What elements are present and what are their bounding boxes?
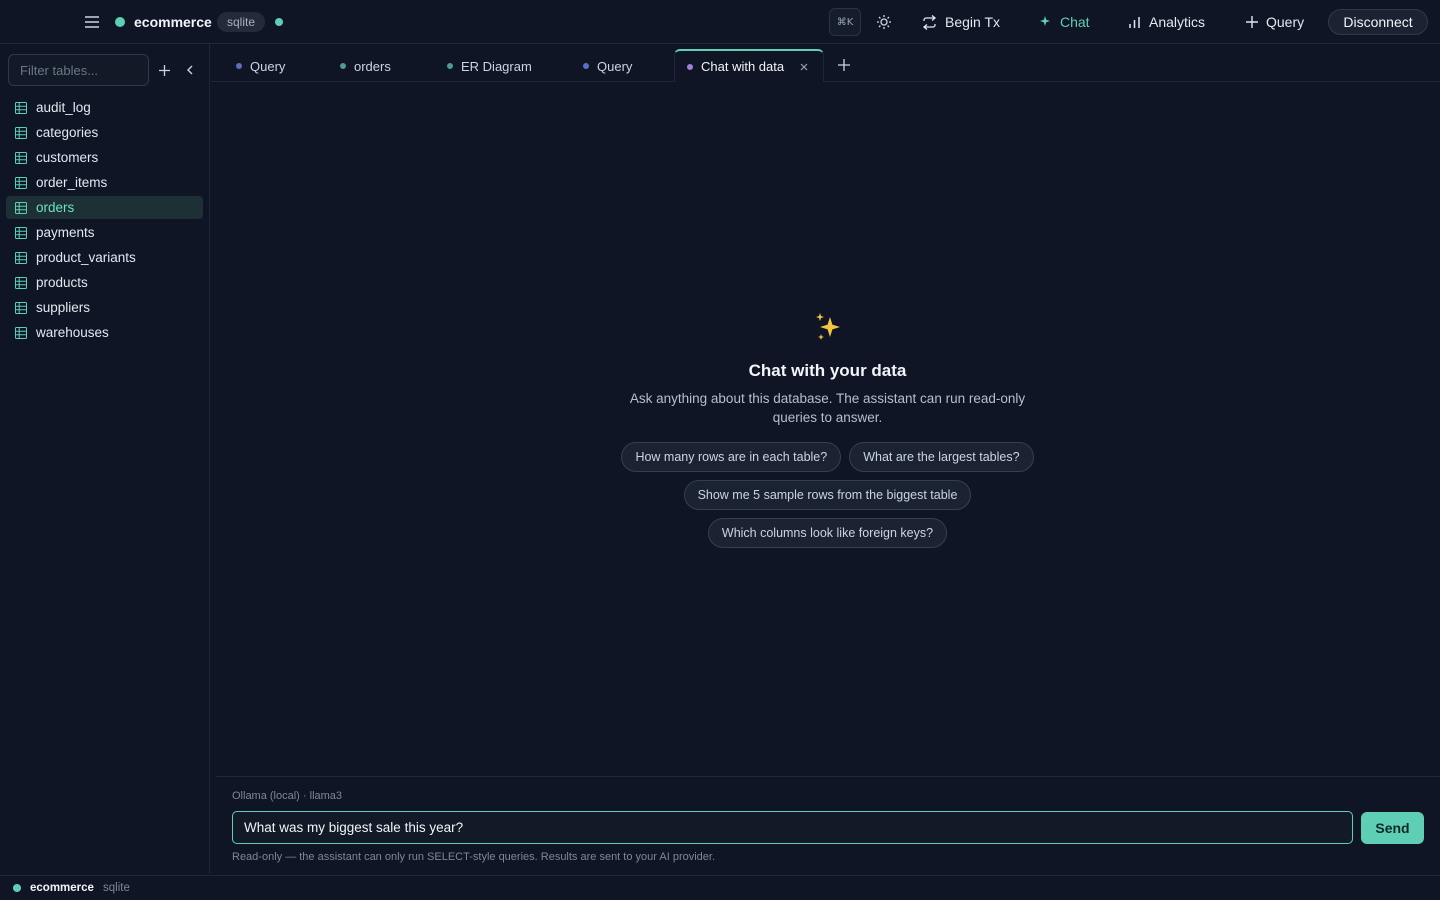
table-name: product_variants (36, 250, 136, 265)
status-connection-dot (13, 884, 21, 892)
sidebar-table-item[interactable]: suppliers (6, 296, 203, 319)
table-name: payments (36, 225, 95, 240)
status-connection-name: ecommerce (30, 882, 94, 894)
menu-icon[interactable] (82, 12, 102, 32)
filter-tables-input[interactable] (8, 54, 149, 86)
table-grid-icon (15, 176, 27, 189)
chat-title: Chat with your data (748, 361, 907, 380)
tab-label: Chat with data (701, 59, 785, 74)
suggestion-chip[interactable]: Which columns look like foreign keys? (707, 518, 948, 548)
table-grid-icon (15, 276, 27, 289)
tab-bar: Query orders ER Diagram Query Chat with data (211, 44, 1440, 82)
suggestion-chip[interactable]: Show me 5 sample rows from the biggest t… (683, 480, 972, 510)
read-only-disclaimer: Read-only — the assistant can only run S… (232, 851, 716, 863)
collapse-sidebar-chevron-left-icon[interactable] (180, 60, 200, 80)
suggestion-list: How many rows are in each table? What are… (608, 442, 1048, 548)
sidebar-table-item[interactable]: product_variants (6, 246, 203, 269)
chat-label: Chat (1060, 14, 1090, 30)
tab-dot (236, 63, 242, 69)
chat-composer: Ollama (local) · llama3 Send Read-only —… (216, 776, 1440, 874)
sidebar-table-item[interactable]: categories (6, 121, 203, 144)
table-grid-icon (15, 201, 27, 214)
close-tab-icon[interactable] (798, 61, 810, 73)
tab[interactable]: ER Diagram (422, 50, 532, 82)
top-bar: ecommerce sqlite ⌘K Begin Tx Chat Analyt… (0, 0, 1440, 44)
tab-dot (447, 63, 453, 69)
begin-tx-button[interactable]: Begin Tx (922, 8, 1000, 36)
chat-empty-state: Chat with your data Ask anything about t… (211, 311, 1440, 548)
table-name: audit_log (36, 100, 91, 115)
table-name: categories (36, 125, 99, 140)
sidebar: audit_log categories customers order_itemso… (0, 44, 210, 874)
sparkle-icon (1040, 16, 1050, 26)
tab-label: Query (597, 58, 633, 74)
chat-message-input[interactable] (232, 811, 1353, 844)
transaction-icon (922, 14, 937, 30)
new-query-label: Query (1266, 14, 1305, 30)
sparkles-icon (211, 311, 1440, 351)
tab[interactable]: Chat with data (674, 49, 824, 82)
tab-dot (340, 63, 346, 69)
connection-dot (115, 17, 125, 27)
sidebar-table-item[interactable]: orders (6, 196, 203, 219)
theme-toggle-sun-icon[interactable] (874, 12, 894, 32)
sidebar-table-item[interactable]: order_items (6, 171, 203, 194)
table-name: suppliers (36, 300, 91, 315)
suggestion-chip[interactable]: How many rows are in each table? (621, 442, 842, 472)
analytics-label: Analytics (1149, 14, 1206, 30)
table-grid-icon (15, 151, 27, 164)
table-name: products (36, 275, 88, 290)
status-connection-engine: sqlite (103, 882, 130, 894)
tab[interactable]: Query (558, 50, 632, 82)
table-list: audit_log categories customers order_itemso… (6, 96, 203, 346)
table-name: customers (36, 150, 99, 165)
tab-label: orders (354, 58, 391, 74)
analytics-button[interactable]: Analytics (1128, 8, 1205, 36)
new-tab-plus-icon[interactable] (836, 57, 852, 73)
sidebar-table-item[interactable]: audit_log (6, 96, 203, 119)
sidebar-table-item[interactable]: warehouses (6, 321, 203, 344)
ai-provider-label: Ollama (local) · llama3 (232, 790, 343, 802)
new-query-button[interactable]: Query (1246, 8, 1304, 36)
table-grid-icon (15, 326, 27, 339)
tab-dot (583, 63, 589, 69)
status-bar: ecommerce sqlite (0, 875, 1440, 900)
chat-button[interactable]: Chat (1040, 8, 1090, 36)
table-grid-icon (15, 301, 27, 314)
begin-tx-label: Begin Tx (945, 14, 1000, 30)
command-palette-shortcut[interactable]: ⌘K (829, 8, 861, 36)
connection-engine-badge: sqlite (217, 12, 266, 32)
tab-label: ER Diagram (461, 58, 532, 74)
connection-name: ecommerce (134, 14, 212, 30)
bar-chart-icon (1129, 16, 1140, 28)
table-grid-icon (15, 251, 27, 264)
tab[interactable]: orders (315, 50, 391, 82)
table-name: orders (36, 200, 75, 215)
table-grid-icon (15, 126, 27, 139)
plus-icon (1246, 16, 1258, 28)
sidebar-table-item[interactable]: products (6, 271, 203, 294)
table-grid-icon (15, 226, 27, 239)
tab-label: Query (250, 58, 286, 74)
chat-description: Ask anything about this database. The as… (629, 391, 1026, 425)
sidebar-table-item[interactable]: customers (6, 146, 203, 169)
send-button[interactable]: Send (1361, 812, 1424, 844)
chat-panel: Chat with your data Ask anything about t… (211, 83, 1440, 776)
disconnect-button[interactable]: Disconnect (1328, 9, 1428, 35)
suggestion-chip[interactable]: What are the largest tables? (849, 442, 1034, 472)
add-table-plus-icon[interactable] (154, 60, 174, 80)
tab-dot (687, 63, 693, 70)
connection-status-dot (275, 18, 283, 26)
sidebar-table-item[interactable]: payments (6, 221, 203, 244)
table-name: warehouses (36, 325, 109, 340)
tab[interactable]: Query (211, 50, 285, 82)
table-name: order_items (36, 175, 108, 190)
table-grid-icon (15, 101, 27, 114)
